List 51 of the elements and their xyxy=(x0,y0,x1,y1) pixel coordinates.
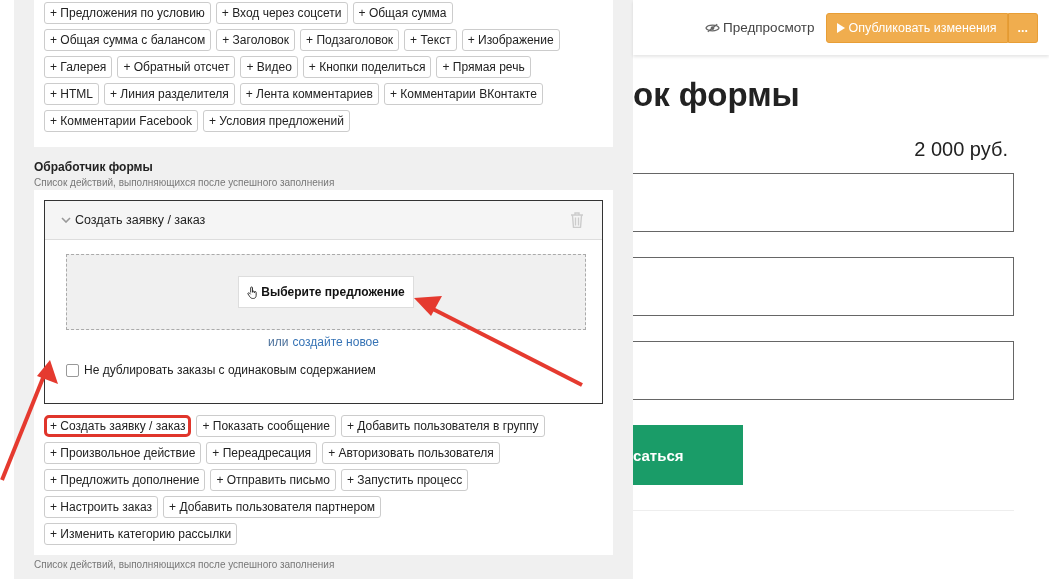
play-icon xyxy=(836,22,845,33)
add-action-button[interactable]: + Настроить заказ xyxy=(44,496,159,518)
or-label: или xyxy=(268,335,289,349)
add-block-button[interactable]: + Изображение xyxy=(461,29,560,51)
input-field[interactable] xyxy=(633,257,1014,316)
add-action-button[interactable]: + Создать заявку / заказ xyxy=(44,415,192,437)
eye-icon xyxy=(705,22,720,33)
add-action-button[interactable]: + Авторизовать пользователя xyxy=(322,442,500,464)
add-block-button[interactable]: + Текст xyxy=(404,29,457,51)
add-block-button[interactable]: + Подзаголовок xyxy=(300,29,400,51)
add-block-button[interactable]: + Комментарии ВКонтакте xyxy=(383,83,543,105)
add-action-button[interactable]: + Добавить пользователя в группу xyxy=(340,415,545,437)
add-action-button[interactable]: + Произвольное действие xyxy=(44,442,202,464)
add-block-button[interactable]: + Общая сумма xyxy=(352,2,453,24)
checkbox-label: Не дублировать заказы с одинаковым содержанием xyxy=(84,363,376,377)
add-action-button[interactable]: + Показать сообщение xyxy=(196,415,336,437)
add-block-button[interactable]: + Линия разделителя xyxy=(104,83,235,105)
action-title: Создать заявку / заказ xyxy=(75,213,207,227)
submit-button[interactable]: саться xyxy=(633,425,743,485)
add-action-button[interactable]: + Отправить письмо xyxy=(210,469,336,491)
add-block-button[interactable]: + Прямая речь xyxy=(436,56,531,78)
add-block-button[interactable]: + Галерея xyxy=(44,56,113,78)
add-action-button[interactable]: + Добавить пользователя партнером xyxy=(163,496,382,518)
input-field[interactable] xyxy=(633,341,1014,400)
preview-link[interactable]: Предпросмотр xyxy=(705,20,815,35)
add-action-button[interactable]: + Переадресация xyxy=(206,442,318,464)
add-block-button[interactable]: + Предложения по условию xyxy=(44,2,211,24)
add-block-button[interactable]: + Обратный отсчет xyxy=(117,56,236,78)
form-title: ок формы xyxy=(633,76,801,114)
add-action-button[interactable]: + Запустить процесс xyxy=(341,469,469,491)
add-block-button[interactable]: + Кнопки поделиться xyxy=(302,56,432,78)
checkbox[interactable] xyxy=(66,363,79,377)
add-block-button[interactable]: + HTML xyxy=(44,83,99,105)
hand-pointer-icon xyxy=(247,285,259,299)
input-field[interactable] xyxy=(633,173,1014,232)
add-block-button[interactable]: + Заголовок xyxy=(216,29,296,51)
add-block-button[interactable]: + Вход через соцсети xyxy=(215,2,348,24)
section-note: Список действий, выполняющихся после успешного заполнения xyxy=(34,559,336,570)
choose-offer-button[interactable]: Выберите предложение xyxy=(238,276,414,308)
section-subtitle: Список действий, выполняющихся после успешного заполнения xyxy=(34,177,336,188)
add-action-button[interactable]: + Изменить категорию рассылки xyxy=(44,523,238,545)
add-block-button[interactable]: + Комментарии Facebook xyxy=(44,110,198,132)
add-block-button[interactable]: + Общая сумма с балансом xyxy=(44,29,212,51)
add-block-button[interactable]: + Условия предложений xyxy=(202,110,350,132)
action-header[interactable]: Создать заявку / заказ xyxy=(45,201,602,240)
section-title: Обработчик формы xyxy=(34,160,154,174)
add-block-button[interactable]: + Лента комментариев xyxy=(239,83,379,105)
add-action-button[interactable]: + Предложить дополнение xyxy=(44,469,206,491)
create-new-link[interactable]: создайте новое xyxy=(292,335,379,349)
price: 2 000 руб. xyxy=(913,138,1009,161)
add-block-button[interactable]: + Видео xyxy=(240,56,298,78)
